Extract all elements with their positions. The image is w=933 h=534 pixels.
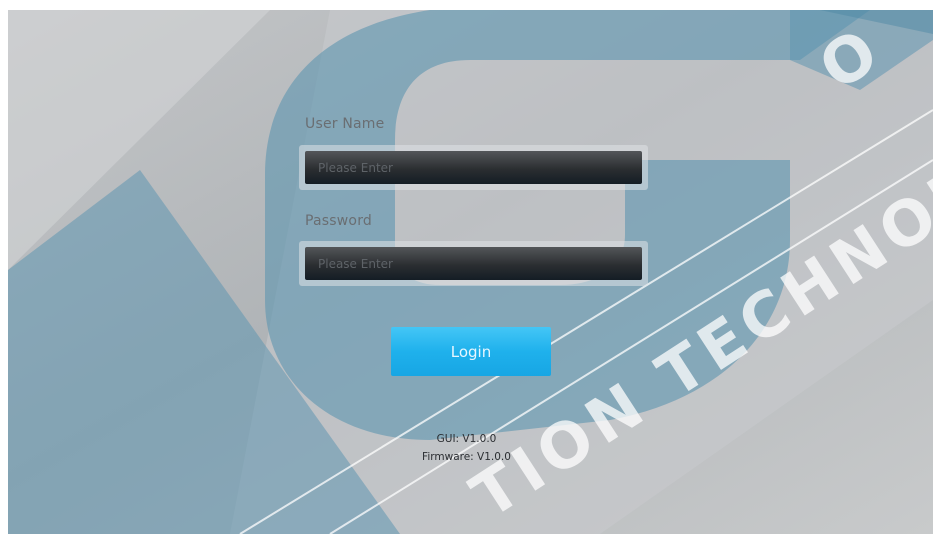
login-button[interactable]: Login [391, 327, 551, 376]
username-input[interactable] [305, 151, 642, 184]
firmware-version: Firmware: V1.0.0 [422, 451, 511, 463]
password-input[interactable] [305, 247, 642, 280]
password-label: Password [305, 213, 372, 229]
username-field-frame [299, 145, 648, 190]
password-field-frame [299, 241, 648, 286]
username-label: User Name [305, 116, 385, 132]
login-screen: TION TECHNOL O User Name Password Login … [0, 0, 933, 534]
gui-version: GUI: V1.0.0 [436, 433, 497, 445]
